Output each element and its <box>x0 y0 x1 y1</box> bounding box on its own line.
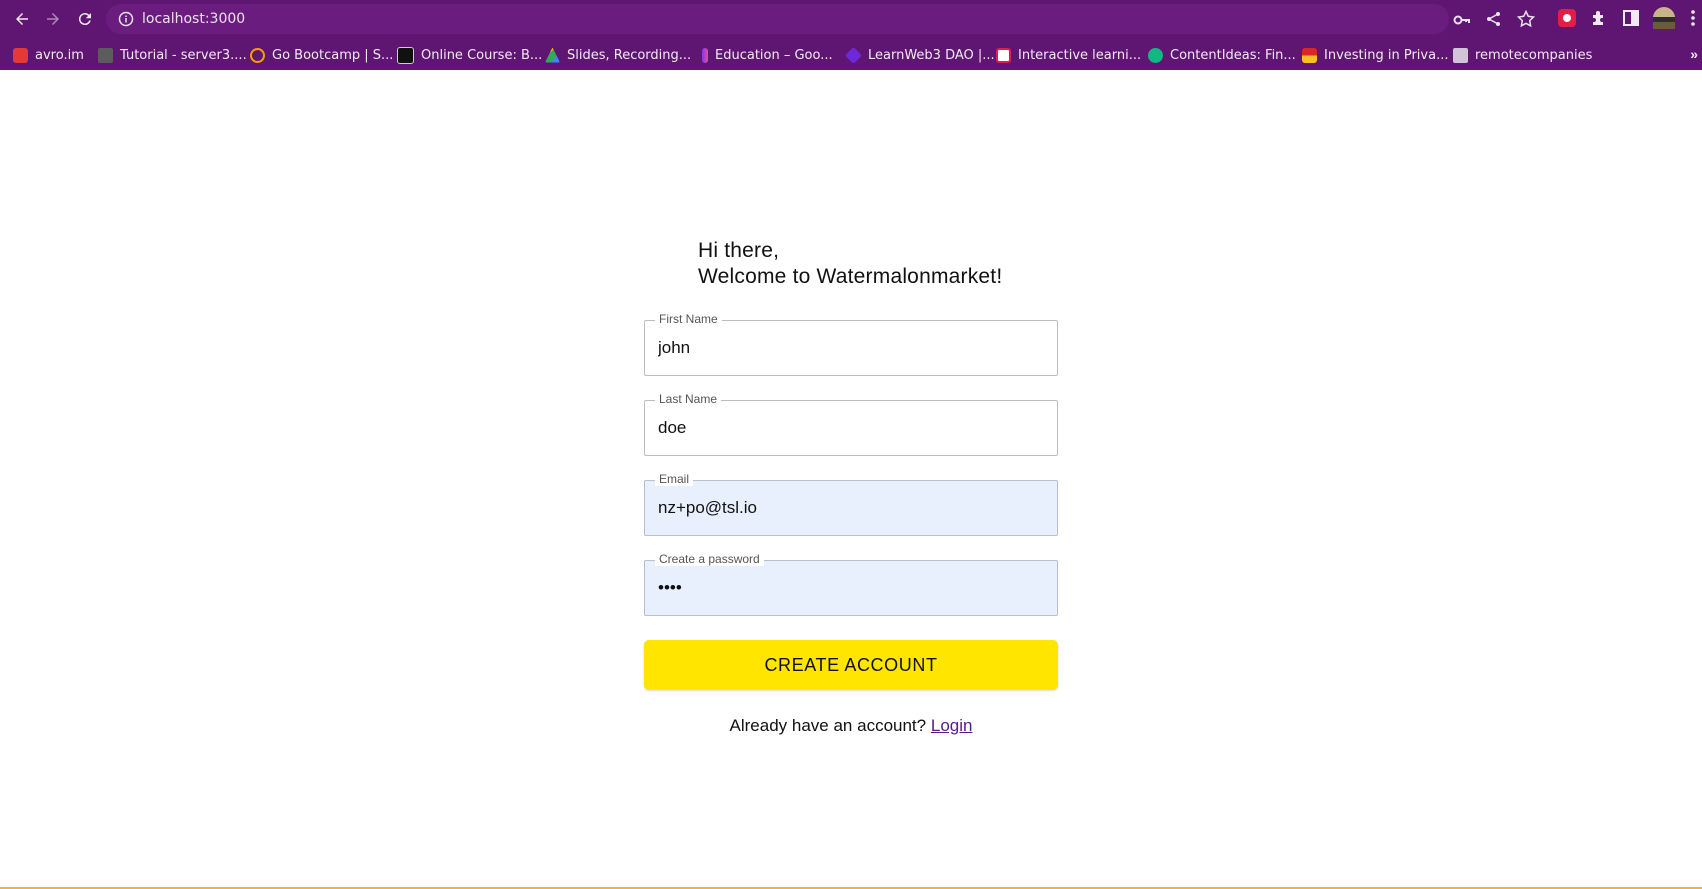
side-panel-icon[interactable] <box>1621 8 1641 28</box>
bookmark-item[interactable]: Online Course: B... <box>397 46 542 64</box>
bookmark-item[interactable]: Investing in Priva... <box>1302 46 1448 64</box>
address-bar[interactable]: localhost:3000 <box>106 4 1470 34</box>
share-icon[interactable] <box>1485 10 1503 28</box>
key-icon[interactable] <box>1453 11 1471 29</box>
login-prompt: Already have an account? Login <box>644 716 1058 736</box>
site-info-icon[interactable] <box>118 11 134 27</box>
folder-icon <box>1453 47 1468 63</box>
drive-icon <box>545 47 560 63</box>
bookmark-label: ContentIdeas: Fin... <box>1170 47 1296 63</box>
bookmark-item[interactable]: avro.im <box>13 46 84 64</box>
bookmark-label: Investing in Priva... <box>1324 47 1449 63</box>
bookmark-favicon-icon <box>250 47 265 63</box>
bookmark-item[interactable]: ContentIdeas: Fin... <box>1148 46 1296 64</box>
bookmark-label: avro.im <box>35 47 84 63</box>
bookmark-label: Interactive learni... <box>1018 47 1142 63</box>
url-text: localhost:3000 <box>142 11 246 27</box>
last-name-input[interactable] <box>658 401 1046 455</box>
bookmark-label: Education – Goo... <box>715 47 833 63</box>
extension-red-icon[interactable] <box>1557 8 1577 28</box>
bookmark-label: Online Course: B... <box>421 47 543 63</box>
create-account-button[interactable]: CREATE ACCOUNT <box>644 640 1058 690</box>
bookmark-favicon-icon <box>702 47 708 63</box>
bookmark-item[interactable]: Interactive learni... <box>996 46 1141 64</box>
bookmark-favicon-icon <box>845 46 862 64</box>
bookmark-label: LearnWeb3 DAO |... <box>868 47 995 63</box>
bookmark-label: remotecompanies <box>1475 47 1593 63</box>
bookmark-favicon-icon <box>1302 47 1317 63</box>
bookmark-item[interactable]: Education – Goo... <box>702 46 833 64</box>
folder-icon <box>98 47 113 63</box>
back-icon[interactable] <box>10 7 34 31</box>
bookmark-star-icon[interactable] <box>1516 9 1536 28</box>
email-input[interactable] <box>658 481 1046 535</box>
bookmark-item[interactable]: LearnWeb3 DAO |... <box>845 46 995 64</box>
bookmark-favicon-icon <box>13 47 28 63</box>
welcome-heading: Hi there, Welcome to Watermalonmarket! <box>698 238 1002 290</box>
last-name-field[interactable]: Last Name <box>644 392 1058 456</box>
bookmark-label: Tutorial - server3.... <box>120 47 247 63</box>
menu-kebab-icon[interactable] <box>1688 8 1702 28</box>
bookmark-item[interactable]: Tutorial - server3.... <box>98 46 247 64</box>
forward-icon[interactable] <box>41 7 65 31</box>
bookmark-favicon-icon <box>1148 47 1163 63</box>
greeting-line-2: Welcome to Watermalonmarket! <box>698 265 1003 288</box>
bookmark-label: Slides, Recording... <box>567 47 692 63</box>
bookmark-favicon-icon <box>996 47 1011 63</box>
greeting-line-1: Hi there, <box>698 239 780 262</box>
password-input[interactable] <box>658 561 1046 615</box>
bookmark-item[interactable]: Slides, Recording... <box>545 46 691 64</box>
browser-toolbar: localhost:3000 <box>0 0 1702 38</box>
extensions-puzzle-icon[interactable] <box>1589 8 1609 28</box>
profile-avatar[interactable] <box>1652 6 1676 30</box>
bookmark-favicon-icon <box>397 46 414 64</box>
bookmark-item[interactable]: Go Bootcamp | S... <box>250 46 393 64</box>
browser-chrome: localhost:3000 avro.im Tutorial - server… <box>0 0 1702 70</box>
first-name-field[interactable]: First Name <box>644 312 1058 376</box>
reload-icon[interactable] <box>73 7 97 31</box>
bookmark-item[interactable]: remotecompanies <box>1453 46 1592 64</box>
email-field[interactable]: Email <box>644 472 1058 536</box>
login-link[interactable]: Login <box>931 716 973 735</box>
bookmark-label: Go Bootcamp | S... <box>272 47 394 63</box>
bookmarks-overflow-icon[interactable]: » <box>1690 46 1698 62</box>
first-name-input[interactable] <box>658 321 1046 375</box>
login-prompt-text: Already have an account? <box>729 716 927 735</box>
bookmarks-bar: avro.im Tutorial - server3.... Go Bootca… <box>0 38 1702 70</box>
password-field[interactable]: Create a password <box>644 552 1058 616</box>
